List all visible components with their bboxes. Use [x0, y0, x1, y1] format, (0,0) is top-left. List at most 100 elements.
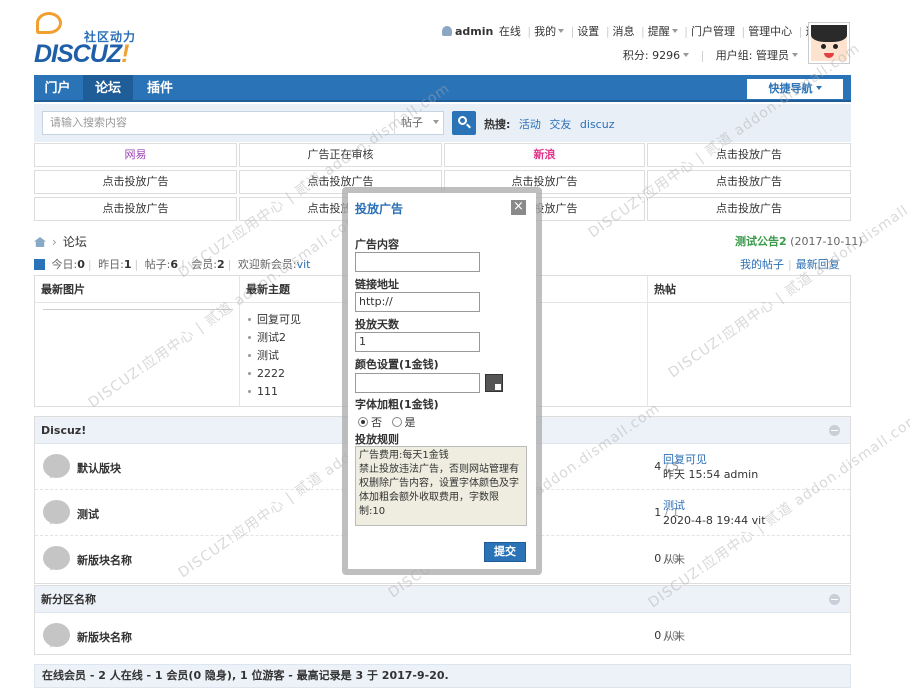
- online-members-bar[interactable]: 在线会员 - 2 人在线 - 1 会员(0 隐身), 1 位游客 - 最高记录是…: [34, 664, 851, 688]
- forum-last-post: 回复可见 昨天 15:54 admin: [663, 453, 759, 481]
- ad-slot[interactable]: 点击投放广告: [647, 197, 851, 221]
- my-posts-link[interactable]: 我的帖子: [740, 258, 784, 271]
- notifications-link[interactable]: 提醒: [648, 25, 670, 38]
- breadcrumb: › 论坛: [34, 233, 87, 250]
- chevron-down-icon: [792, 53, 798, 57]
- stat-yesterday: 1: [123, 258, 132, 271]
- bold-yes-radio[interactable]: [391, 417, 402, 427]
- tab-forum[interactable]: 论坛: [83, 75, 133, 102]
- site-logo[interactable]: 社区动力 DISCUZ!: [34, 12, 154, 70]
- bold-no-radio[interactable]: [358, 417, 368, 427]
- rules-label: 投放规则: [355, 433, 399, 446]
- my-menu-link[interactable]: 我的: [534, 25, 556, 38]
- search-bar: 请输入搜索内容 帖子 热搜: 活动 交友 discuz: [34, 104, 851, 142]
- forum-name[interactable]: 测试: [77, 506, 99, 522]
- bold-label: 字体加粗(1金钱): [355, 398, 439, 411]
- breadcrumb-current[interactable]: 论坛: [63, 235, 87, 249]
- forum-last-post: 测试 2020-4-8 19:44 vit: [663, 499, 766, 527]
- user-bar: admin 在线 |我的 |设置 |消息 |提醒 |门户管理 |管理中心 |退出: [440, 23, 827, 41]
- stat-members: 2: [217, 258, 225, 271]
- hot-term-dating[interactable]: 交友: [549, 118, 571, 131]
- stat-posts: 6: [170, 258, 179, 271]
- forum-bubble-icon: [43, 500, 70, 524]
- forum-row: 新版块名称 0 / 0 从未: [35, 613, 850, 659]
- points-link[interactable]: 积分: 9296: [623, 49, 680, 62]
- forum-group: 新分区名称 新版块名称 0 / 0 从未: [34, 585, 851, 655]
- quick-nav-button[interactable]: 快捷导航: [747, 79, 843, 99]
- link-label: 链接地址: [355, 278, 399, 291]
- user-status: 在线: [498, 25, 521, 38]
- hot-term-discuz[interactable]: discuz: [580, 118, 615, 131]
- announcement-date: (2017-10-11): [790, 235, 863, 248]
- announcement: 测试公告2 (2017-10-11): [735, 233, 863, 249]
- search-type-select[interactable]: 帖子: [394, 111, 444, 135]
- days-input[interactable]: 1: [355, 332, 480, 352]
- hot-term-activity[interactable]: 活动: [519, 118, 541, 131]
- hot-posts-col: 热帖: [648, 276, 850, 407]
- latest-images-col: 最新图片: [35, 276, 240, 407]
- forum-bubble-icon: [43, 454, 70, 478]
- ad-content-input[interactable]: [355, 252, 480, 272]
- color-label: 颜色设置(1金钱): [355, 358, 439, 371]
- group-title[interactable]: Discuz!: [41, 424, 86, 437]
- user-icon: [442, 26, 452, 36]
- avatar[interactable]: [808, 22, 850, 64]
- latest-images-heading: 最新图片: [35, 276, 239, 303]
- tab-plugins[interactable]: 插件: [135, 75, 185, 102]
- latest-replies-link[interactable]: 最新回复: [796, 258, 840, 271]
- home-icon[interactable]: [34, 237, 46, 247]
- logo-bubble-icon: [36, 12, 62, 34]
- logo-brand-text: DISCUZ!: [34, 40, 129, 68]
- forum-name[interactable]: 新版块名称: [77, 629, 132, 645]
- ad-placement-dialog: 投放广告 × 广告内容 链接地址 http:// 投放天数 1 颜色设置(1金钱…: [348, 193, 536, 569]
- close-icon[interactable]: ×: [511, 200, 526, 215]
- collapse-icon[interactable]: [829, 425, 840, 436]
- announcement-title[interactable]: 测试公告2: [735, 235, 787, 248]
- search-button[interactable]: [452, 111, 476, 135]
- forum-stats: 今日:0 | 昨日:1 | 帖子:6 | 会员:2 | 欢迎新会员:vit: [34, 256, 310, 272]
- forum-last-post: 从未: [663, 553, 685, 566]
- forum-bubble-icon: [43, 546, 70, 570]
- chevron-down-icon: [433, 120, 439, 124]
- color-input[interactable]: [355, 373, 480, 393]
- forum-last-post: 从未: [663, 630, 685, 643]
- ad-slot[interactable]: 点击投放广告: [34, 170, 237, 194]
- stat-today: 0: [77, 258, 85, 271]
- rules-text: 广告费用:每天1金钱 禁止投放违法广告，否则网站管理有权删除广告内容，设置字体颜…: [355, 446, 527, 526]
- forum-name[interactable]: 新版块名称: [77, 552, 132, 568]
- search-input[interactable]: 请输入搜索内容: [42, 111, 402, 135]
- portal-admin-link[interactable]: 门户管理: [691, 25, 735, 38]
- newest-member-link[interactable]: vit: [297, 258, 311, 271]
- forum-name[interactable]: 默认版块: [77, 460, 121, 476]
- last-post-link[interactable]: 回复可见: [663, 453, 707, 466]
- admin-center-link[interactable]: 管理中心: [748, 25, 792, 38]
- ad-slot[interactable]: 广告正在审核: [239, 143, 442, 167]
- hot-posts-heading: 热帖: [648, 276, 850, 303]
- user-group-link[interactable]: 用户组: 管理员: [716, 49, 789, 62]
- ad-slot[interactable]: 新浪: [444, 143, 645, 167]
- ad-slot[interactable]: 网易: [34, 143, 237, 167]
- content-label: 广告内容: [355, 238, 399, 251]
- chevron-down-icon: [671, 29, 678, 33]
- tab-portal[interactable]: 门户: [34, 75, 81, 102]
- link-url-input[interactable]: http://: [355, 292, 480, 312]
- bold-radio-group: 否 是: [358, 414, 416, 430]
- messages-link[interactable]: 消息: [613, 25, 635, 38]
- chevron-down-icon: [558, 29, 565, 33]
- ad-slot[interactable]: 点击投放广告: [647, 143, 851, 167]
- dialog-title: 投放广告: [355, 202, 404, 216]
- group-title[interactable]: 新分区名称: [41, 593, 96, 606]
- collapse-icon[interactable]: [829, 594, 840, 605]
- last-post-link[interactable]: 测试: [663, 499, 685, 512]
- submit-button[interactable]: 提交: [484, 542, 526, 562]
- settings-link[interactable]: 设置: [577, 25, 599, 38]
- username-link[interactable]: admin: [455, 25, 493, 38]
- user-meta: 积分: 9296 | 用户组: 管理员: [560, 47, 798, 63]
- my-links: 我的帖子 | 最新回复: [740, 258, 840, 271]
- ad-slot[interactable]: 点击投放广告: [647, 170, 851, 194]
- chevron-down-icon: [683, 53, 690, 57]
- stats-chart-icon: [34, 259, 45, 270]
- chevron-down-icon: [815, 86, 822, 90]
- ad-slot[interactable]: 点击投放广告: [34, 197, 237, 221]
- color-picker-icon[interactable]: [485, 374, 503, 392]
